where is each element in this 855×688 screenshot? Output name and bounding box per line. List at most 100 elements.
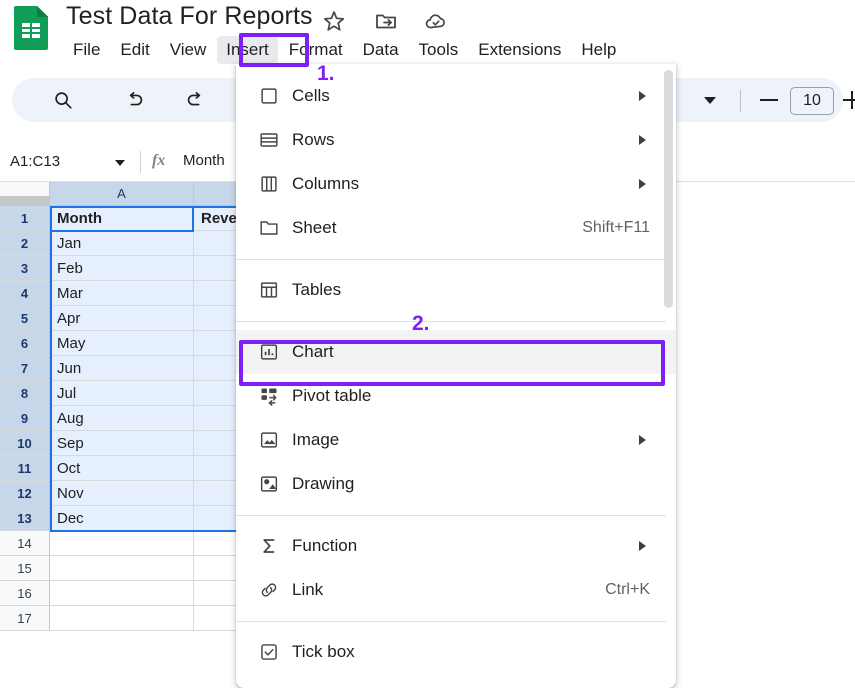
google-sheets-icon bbox=[14, 6, 48, 50]
row-header-4[interactable]: 4 bbox=[0, 281, 50, 306]
menu-item-label: Pivot table bbox=[292, 386, 371, 406]
submenu-arrow-icon bbox=[639, 135, 646, 145]
menu-tools[interactable]: Tools bbox=[410, 36, 468, 64]
menu-item-sheet[interactable]: SheetShift+F11 bbox=[236, 206, 676, 250]
google-sheets-window: Test Data For Reports File Edit View Ins… bbox=[0, 0, 855, 688]
row-header-9[interactable]: 9 bbox=[0, 406, 50, 431]
sigma-icon bbox=[258, 535, 280, 557]
cell-A16[interactable] bbox=[50, 581, 194, 606]
increase-font-size-button-vertical bbox=[851, 91, 853, 109]
menu-item-rows[interactable]: Rows bbox=[236, 118, 676, 162]
cell-A17[interactable] bbox=[50, 606, 194, 631]
menu-item-tick-box[interactable]: Tick box bbox=[236, 630, 676, 674]
menu-item-label: Columns bbox=[292, 174, 359, 194]
cell-A5[interactable]: Apr bbox=[50, 306, 194, 331]
pivot-table-icon bbox=[258, 385, 280, 407]
cell-A14[interactable] bbox=[50, 531, 194, 556]
row-header-13[interactable]: 13 bbox=[0, 506, 50, 531]
cell-A1[interactable]: Month bbox=[50, 206, 194, 231]
cell-A12[interactable]: Nov bbox=[50, 481, 194, 506]
row-header-6[interactable]: 6 bbox=[0, 331, 50, 356]
menu-item-drawing[interactable]: Drawing bbox=[236, 462, 676, 506]
menu-format[interactable]: Format bbox=[280, 36, 352, 64]
menu-item-label: Drawing bbox=[292, 474, 354, 494]
menu-item-image[interactable]: Image bbox=[236, 418, 676, 462]
cell-A13[interactable]: Dec bbox=[50, 506, 194, 531]
cell-A9[interactable]: Aug bbox=[50, 406, 194, 431]
row-header-17[interactable]: 17 bbox=[0, 606, 50, 631]
submenu-arrow-icon bbox=[639, 91, 646, 101]
menu-item-columns[interactable]: Columns bbox=[236, 162, 676, 206]
font-size-input[interactable]: 10 bbox=[790, 87, 834, 115]
menu-edit[interactable]: Edit bbox=[111, 36, 158, 64]
fx-icon: fx bbox=[152, 152, 165, 170]
document-title[interactable]: Test Data For Reports bbox=[66, 2, 313, 31]
menu-divider bbox=[236, 259, 666, 260]
annotation-step-1: 1. bbox=[317, 62, 335, 86]
undo-icon[interactable] bbox=[124, 89, 146, 111]
chart-icon bbox=[258, 341, 280, 363]
image-icon bbox=[258, 429, 280, 451]
row-header-2[interactable]: 2 bbox=[0, 231, 50, 256]
row-header-16[interactable]: 16 bbox=[0, 581, 50, 606]
drawing-icon bbox=[258, 473, 280, 495]
row-header-8[interactable]: 8 bbox=[0, 381, 50, 406]
row-header-7[interactable]: 7 bbox=[0, 356, 50, 381]
cell-A15[interactable] bbox=[50, 556, 194, 581]
redo-icon[interactable] bbox=[184, 89, 206, 111]
increase-font-size-button[interactable] bbox=[843, 99, 855, 101]
menu-divider bbox=[236, 321, 666, 322]
row-header-11[interactable]: 11 bbox=[0, 456, 50, 481]
row-header-3[interactable]: 3 bbox=[0, 256, 50, 281]
cell-A4[interactable]: Mar bbox=[50, 281, 194, 306]
search-icon[interactable] bbox=[52, 89, 74, 111]
move-to-folder-icon[interactable] bbox=[374, 9, 398, 33]
menu-help[interactable]: Help bbox=[572, 36, 625, 64]
cell-A6[interactable]: May bbox=[50, 331, 194, 356]
rows-icon bbox=[258, 129, 280, 151]
row-header-10[interactable]: 10 bbox=[0, 431, 50, 456]
menu-item-function[interactable]: Function bbox=[236, 524, 676, 568]
menu-item-label: Link bbox=[292, 580, 323, 600]
menu-item-pivot-table[interactable]: Pivot table bbox=[236, 374, 676, 418]
menu-item-cells[interactable]: Cells bbox=[236, 74, 676, 118]
row-header-1[interactable]: 1 bbox=[0, 206, 50, 231]
menu-item-tables[interactable]: Tables bbox=[236, 268, 676, 312]
cell-A2[interactable]: Jan bbox=[50, 231, 194, 256]
submenu-arrow-icon bbox=[639, 541, 646, 551]
column-header-a[interactable]: A bbox=[50, 182, 194, 206]
insert-menu-dropdown[interactable]: CellsRows Columns SheetShift+F11 Tables Char… bbox=[236, 64, 676, 688]
menu-data[interactable]: Data bbox=[354, 36, 408, 64]
cell-A7[interactable]: Jun bbox=[50, 356, 194, 381]
star-icon[interactable] bbox=[322, 9, 346, 33]
link-icon bbox=[258, 579, 280, 601]
menu-item-shortcut: Ctrl+K bbox=[605, 581, 650, 599]
decrease-font-size-button[interactable] bbox=[760, 99, 778, 101]
menu-item-chart[interactable]: Chart bbox=[236, 330, 676, 374]
formula-input[interactable]: Month bbox=[183, 152, 225, 169]
cell-A3[interactable]: Feb bbox=[50, 256, 194, 281]
menu-view[interactable]: View bbox=[161, 36, 216, 64]
submenu-arrow-icon bbox=[639, 179, 646, 189]
menu-item-label: Image bbox=[292, 430, 339, 450]
cloud-saved-icon[interactable] bbox=[424, 9, 448, 33]
menu-file[interactable]: File bbox=[64, 36, 109, 64]
menu-item-label: Sheet bbox=[292, 218, 336, 238]
chevron-down-icon[interactable] bbox=[704, 97, 716, 104]
menu-item-label: Tables bbox=[292, 280, 341, 300]
tick-box-icon bbox=[258, 641, 280, 663]
name-box-chevron-down-icon[interactable] bbox=[115, 160, 125, 166]
menu-insert[interactable]: Insert bbox=[217, 36, 278, 64]
row-header-5[interactable]: 5 bbox=[0, 306, 50, 331]
cell-A10[interactable]: Sep bbox=[50, 431, 194, 456]
row-header-14[interactable]: 14 bbox=[0, 531, 50, 556]
cell-A8[interactable]: Jul bbox=[50, 381, 194, 406]
cell-A11[interactable]: Oct bbox=[50, 456, 194, 481]
menu-extensions[interactable]: Extensions bbox=[469, 36, 570, 64]
row-header-15[interactable]: 15 bbox=[0, 556, 50, 581]
menu-item-link[interactable]: Link Ctrl+K bbox=[236, 568, 676, 612]
select-all-corner[interactable] bbox=[0, 182, 50, 206]
tables-icon bbox=[258, 279, 280, 301]
name-box[interactable]: A1:C13 bbox=[10, 151, 120, 173]
row-header-12[interactable]: 12 bbox=[0, 481, 50, 506]
